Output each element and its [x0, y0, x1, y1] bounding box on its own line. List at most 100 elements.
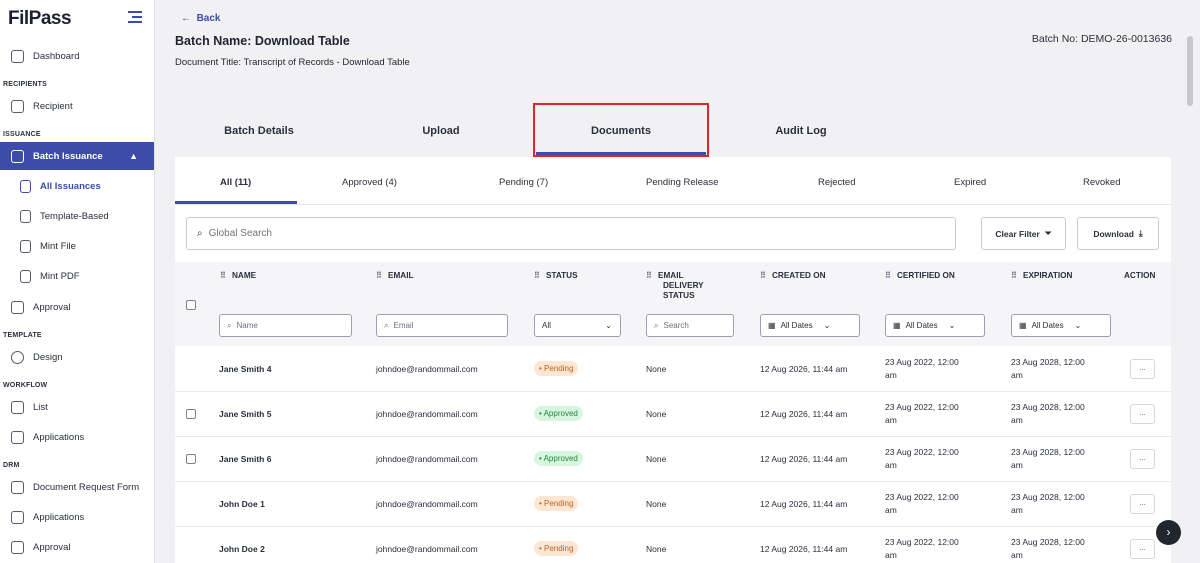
subtab-rejected[interactable]: Rejected: [818, 177, 856, 188]
download-button[interactable]: Download ⤓: [1077, 217, 1159, 250]
drag-handle-icon[interactable]: ⠿: [646, 271, 652, 280]
table-row[interactable]: Jane Smith 5 johndoe@randommail.com • Ap…: [175, 392, 1171, 437]
row-certified-on: 23 Aug 2022, 12:00 am: [885, 357, 959, 380]
status-badge: • Pending: [534, 361, 579, 376]
sidebar-item-dashboard[interactable]: Dashboard: [0, 42, 154, 70]
sidebar-item-recipient[interactable]: Recipient: [0, 92, 154, 120]
batch-number: Batch No: DEMO-26-0013636: [1031, 33, 1172, 45]
row-delivery-status: None: [646, 544, 667, 554]
subtab-approved[interactable]: Approved (4): [342, 177, 397, 188]
download-icon: ⤓: [1138, 228, 1143, 238]
row-action-menu-button[interactable]: ...: [1130, 494, 1155, 514]
search-icon: ⌕: [654, 320, 659, 330]
status-filter-select[interactable]: All ⌄: [534, 314, 621, 337]
row-action-menu-button[interactable]: ...: [1130, 359, 1155, 379]
back-link[interactable]: ← Back: [181, 13, 220, 24]
arrow-left-icon: ←: [181, 13, 191, 24]
sidebar-item-template-based[interactable]: Template-Based: [0, 202, 154, 230]
search-icon: ⌕: [197, 228, 203, 239]
subtab-all[interactable]: All (11): [220, 177, 251, 188]
header-status[interactable]: ⠿ STATUS: [534, 271, 578, 281]
row-action-menu-button[interactable]: ...: [1130, 404, 1155, 424]
subtab-expired[interactable]: Expired: [954, 177, 986, 188]
numbered-list-icon: [11, 510, 24, 524]
sidebar-item-design[interactable]: Design: [0, 343, 154, 371]
palette-icon: [11, 350, 24, 364]
row-created-on: 12 Aug 2026, 11:44 am: [760, 454, 848, 464]
header-action: ACTION: [1124, 271, 1156, 280]
row-expiration: 23 Aug 2028, 12:00 am: [1011, 402, 1085, 425]
form-icon: [11, 480, 24, 494]
sidebar-item-mint-pdf[interactable]: Mint PDF: [0, 262, 154, 290]
drag-handle-icon[interactable]: ⠿: [376, 271, 382, 280]
list-icon: [11, 400, 24, 414]
table-row[interactable]: John Doe 1 johndoe@randommail.com • Pend…: [175, 482, 1171, 527]
menu-collapse-icon[interactable]: [128, 11, 142, 23]
header-name[interactable]: ⠿ NAME: [220, 271, 256, 281]
sidebar-item-batch-issuance[interactable]: Batch Issuance ▲: [0, 142, 154, 170]
header-email-delivery-status[interactable]: ⠿ EMAIL DELIVERY STATUS: [646, 271, 704, 301]
sidebar-item-mint-file[interactable]: Mint File: [0, 232, 154, 260]
sidebar-item-drm-approval[interactable]: Approval: [0, 533, 154, 561]
tab-upload[interactable]: Upload: [382, 125, 500, 137]
subtab-revoked[interactable]: Revoked: [1083, 177, 1121, 188]
row-action-menu-button[interactable]: ...: [1130, 449, 1155, 469]
expiration-filter[interactable]: ▦ All Dates ⌄: [1011, 314, 1111, 337]
sidebar-item-applications[interactable]: Applications: [0, 423, 154, 451]
row-checkbox[interactable]: [186, 454, 196, 464]
drag-handle-icon[interactable]: ⠿: [885, 271, 891, 280]
header-certified-on[interactable]: ⠿ CERTIFIED ON: [885, 271, 955, 281]
row-expiration: 23 Aug 2028, 12:00 am: [1011, 492, 1085, 515]
sidebar-item-approval[interactable]: Approval: [0, 293, 154, 321]
approval-file-icon: [11, 300, 24, 314]
select-all-checkbox[interactable]: [186, 300, 196, 310]
row-name: John Doe 2: [219, 544, 265, 554]
tab-batch-details[interactable]: Batch Details: [200, 125, 318, 137]
sidebar-item-drm-applications[interactable]: Applications: [0, 503, 154, 531]
drag-handle-icon[interactable]: ⠿: [1011, 271, 1017, 280]
row-created-on: 12 Aug 2026, 11:44 am: [760, 544, 848, 554]
home-icon: [11, 49, 24, 63]
row-expiration: 23 Aug 2028, 12:00 am: [1011, 537, 1085, 560]
filpass-logo[interactable]: FilPass: [8, 8, 72, 30]
status-badge: • Pending: [534, 496, 579, 511]
header-created-on[interactable]: ⠿ CREATED ON: [760, 271, 826, 281]
search-icon: ⌕: [384, 320, 389, 330]
row-action-menu-button[interactable]: ...: [1130, 539, 1155, 559]
drag-handle-icon[interactable]: ⠿: [220, 271, 226, 280]
row-checkbox[interactable]: [186, 409, 196, 419]
chevron-right-icon[interactable]: ›: [1156, 520, 1181, 545]
sidebar-item-document-request-form[interactable]: Document Request Form: [0, 473, 154, 501]
delivery-status-filter[interactable]: ⌕ Search: [646, 314, 734, 337]
file-stack-icon: [20, 209, 31, 223]
created-on-filter[interactable]: ▦ All Dates ⌄: [760, 314, 860, 337]
subtab-pending[interactable]: Pending (7): [499, 177, 548, 188]
certified-on-filter[interactable]: ▦ All Dates ⌄: [885, 314, 985, 337]
clear-filter-button[interactable]: Clear Filter ⏷: [981, 217, 1066, 250]
global-search[interactable]: ⌕: [186, 217, 956, 250]
table-row[interactable]: John Doe 2 johndoe@randommail.com • Pend…: [175, 527, 1171, 563]
chevron-down-icon: ⌄: [605, 321, 612, 330]
global-search-input[interactable]: [208, 228, 909, 239]
table-row[interactable]: Jane Smith 6 johndoe@randommail.com • Ap…: [175, 437, 1171, 482]
header-expiration[interactable]: ⠿ EXPIRATION: [1011, 271, 1072, 281]
table-row[interactable]: Jane Smith 4 johndoe@randommail.com • Pe…: [175, 347, 1171, 392]
check-file-icon: [11, 540, 24, 554]
sidebar-item-list[interactable]: List: [0, 393, 154, 421]
drag-handle-icon[interactable]: ⠿: [760, 271, 766, 280]
drag-handle-icon[interactable]: ⠿: [534, 271, 540, 280]
name-filter[interactable]: ⌕ Name: [219, 314, 352, 337]
status-badge: • Approved: [534, 451, 583, 466]
sidebar-item-all-issuances[interactable]: All Issuances: [0, 172, 154, 200]
page-scrollbar[interactable]: [1187, 36, 1193, 106]
documents-highlight-box: [533, 103, 709, 157]
row-certified-on: 23 Aug 2022, 12:00 am: [885, 492, 959, 515]
row-email: johndoe@randommail.com: [376, 409, 478, 419]
chevron-up-icon: ▲: [129, 151, 138, 161]
email-filter[interactable]: ⌕ Email: [376, 314, 508, 337]
tab-audit-log[interactable]: Audit Log: [742, 125, 860, 137]
row-certified-on: 23 Aug 2022, 12:00 am: [885, 402, 959, 425]
subtab-pending-release[interactable]: Pending Release: [646, 177, 718, 188]
calendar-icon: ▦: [893, 321, 901, 330]
header-email[interactable]: ⠿ EMAIL: [376, 271, 413, 281]
